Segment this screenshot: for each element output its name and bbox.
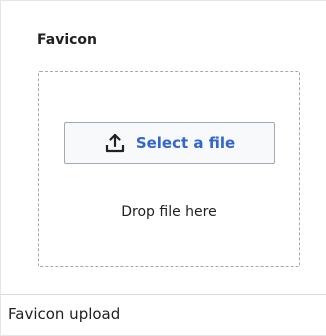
upload-icon — [104, 132, 126, 154]
field-label: Favicon — [37, 32, 97, 48]
favicon-field-panel: Favicon Select a file Drop file here — [1, 1, 326, 295]
drop-file-hint: Drop file here — [121, 204, 217, 220]
image-caption: Favicon upload — [8, 305, 121, 323]
select-file-label: Select a file — [135, 134, 236, 152]
screenshot-frame: Favicon Select a file Drop file here Fav… — [0, 0, 326, 336]
select-file-button[interactable]: Select a file — [64, 122, 275, 164]
file-drop-zone[interactable]: Select a file Drop file here — [38, 71, 300, 267]
